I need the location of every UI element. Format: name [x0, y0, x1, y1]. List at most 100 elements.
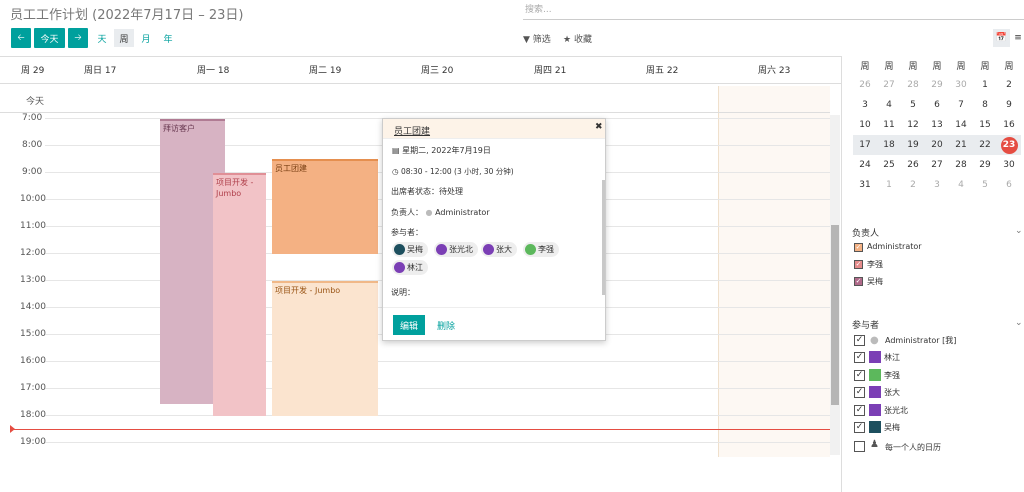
today-button[interactable]: 今天 — [34, 28, 65, 48]
minical-day[interactable]: 21 — [949, 135, 973, 155]
minical-day[interactable]: 9 — [997, 95, 1021, 115]
owner-filter-checkbox[interactable]: ✓ — [854, 277, 863, 286]
popover-date: ▤ 星期二, 2022年7月19日 — [392, 146, 491, 155]
attendee-filter-checkbox[interactable]: ✓ — [854, 422, 865, 433]
hour-label: 18:00 — [20, 410, 46, 420]
minical-weekday: 周 — [932, 61, 942, 72]
minical-day[interactable]: 12 — [901, 115, 925, 135]
avatar — [869, 421, 881, 433]
popover-description-label: 说明： — [391, 288, 415, 297]
everyone-filter-checkbox[interactable] — [854, 441, 865, 452]
current-time-marker — [10, 425, 15, 433]
minical-day[interactable]: 26 — [901, 155, 925, 175]
chevron-down-icon[interactable]: ⌄ — [1015, 318, 1023, 328]
minical-day[interactable]: 1 — [877, 175, 901, 195]
minical-day[interactable]: 2 — [997, 75, 1021, 95]
calendar-event[interactable]: 员工团建 — [272, 159, 378, 254]
minical-day[interactable]: 1 — [973, 75, 997, 95]
minical-day[interactable]: 3 — [925, 175, 949, 195]
allday-row[interactable] — [0, 86, 830, 113]
attendee-filter-checkbox[interactable]: ✓ — [854, 335, 865, 346]
minical-day[interactable]: 18 — [877, 135, 901, 155]
attendee-filter-checkbox[interactable]: ✓ — [854, 352, 865, 363]
prev-button[interactable]: 🡠 — [11, 28, 31, 48]
search-input[interactable]: 搜索... — [523, 3, 1024, 20]
avatar — [394, 262, 405, 273]
calendar-event[interactable]: 项目开发 - Jumbo — [213, 173, 266, 416]
minical-day[interactable]: 4 — [949, 175, 973, 195]
scale-month-button[interactable]: 月 — [137, 29, 155, 47]
minical-day[interactable]: 29 — [973, 155, 997, 175]
day-header-tue[interactable]: 周二 19 — [309, 63, 341, 76]
minical-day[interactable]: 11 — [877, 115, 901, 135]
minical-day[interactable]: 28 — [901, 75, 925, 95]
owner-filter-title[interactable]: 负责人 — [852, 226, 879, 239]
minical-day[interactable]: 8 — [973, 95, 997, 115]
minical-day[interactable]: 22 — [973, 135, 997, 155]
minical-day[interactable]: 13 — [925, 115, 949, 135]
attendee-filter-label: 李强 — [884, 371, 900, 380]
avatar — [869, 386, 881, 398]
day-header-sun[interactable]: 周日 17 — [84, 63, 116, 76]
edit-button[interactable]: 编辑 — [393, 315, 425, 335]
favorite-button[interactable]: ★ 收藏 — [563, 32, 592, 45]
minical-day[interactable]: 15 — [973, 115, 997, 135]
next-button[interactable]: 🡢 — [68, 28, 88, 48]
minical-day[interactable]: 7 — [949, 95, 973, 115]
calendar-event[interactable]: 项目开发 - Jumbo — [272, 281, 378, 416]
attendee-filter-checkbox[interactable]: ✓ — [854, 405, 865, 416]
day-header-fri[interactable]: 周五 22 — [646, 63, 678, 76]
day-header-mon[interactable]: 周一 18 — [197, 63, 229, 76]
filter-button[interactable]: ▼ 筛选 — [523, 32, 551, 45]
minical-day[interactable]: 29 — [925, 75, 949, 95]
minical-day[interactable]: 24 — [853, 155, 877, 175]
owner-filter-checkbox[interactable]: ✓ — [854, 243, 863, 252]
minical-day[interactable]: 6 — [925, 95, 949, 115]
minical-day[interactable]: 14 — [949, 115, 973, 135]
owner-filter-checkbox[interactable]: ✓ — [854, 260, 863, 269]
minical-day[interactable]: 2 — [901, 175, 925, 195]
minical-day[interactable]: 27 — [925, 155, 949, 175]
minical-day[interactable]: 20 — [925, 135, 949, 155]
calendar-view-button[interactable]: 📅 — [993, 29, 1010, 47]
minical-day-today[interactable]: 23 — [997, 135, 1021, 155]
delete-button[interactable]: 删除 — [433, 315, 459, 335]
day-header-thu[interactable]: 周四 21 — [534, 63, 566, 76]
minical-day[interactable]: 31 — [853, 175, 877, 195]
day-header-sat[interactable]: 周六 23 — [758, 63, 790, 76]
minical-day[interactable]: 10 — [853, 115, 877, 135]
calendar-scrollbar-thumb[interactable] — [831, 225, 839, 405]
minical-day[interactable]: 30 — [997, 155, 1021, 175]
minical-day[interactable]: 30 — [949, 75, 973, 95]
minical-day[interactable]: 26 — [853, 75, 877, 95]
minical-day[interactable]: 17 — [853, 135, 877, 155]
owner-filter-label: Administrator — [867, 242, 922, 251]
attendee-filter-title[interactable]: 参与者 — [852, 318, 879, 331]
everyone-filter-label: 每一个人的日历 — [885, 443, 941, 452]
minical-day[interactable]: 19 — [901, 135, 925, 155]
minical-day[interactable]: 16 — [997, 115, 1021, 135]
attendee-chip[interactable]: 吴梅 — [392, 242, 428, 257]
minical-day[interactable]: 5 — [901, 95, 925, 115]
day-header-wed[interactable]: 周三 20 — [421, 63, 453, 76]
chevron-down-icon[interactable]: ⌄ — [1015, 226, 1023, 236]
minical-day[interactable]: 5 — [973, 175, 997, 195]
minical-day[interactable]: 28 — [949, 155, 973, 175]
minical-day[interactable]: 3 — [853, 95, 877, 115]
attendee-filter-checkbox[interactable]: ✓ — [854, 370, 865, 381]
scale-day-button[interactable]: 天 — [93, 29, 111, 47]
attendee-chip[interactable]: 张大 — [481, 242, 517, 257]
close-icon[interactable]: ✖ — [595, 122, 603, 132]
attendee-chip[interactable]: 李强 — [523, 242, 559, 257]
attendee-chip[interactable]: 林江 — [392, 260, 428, 275]
attendee-chip[interactable]: 张光北 — [434, 242, 478, 257]
attendee-filter-checkbox[interactable]: ✓ — [854, 387, 865, 398]
minical-day[interactable]: 25 — [877, 155, 901, 175]
popover-scrollbar[interactable] — [602, 180, 605, 295]
minical-day[interactable]: 4 — [877, 95, 901, 115]
scale-year-button[interactable]: 年 — [159, 29, 177, 47]
minical-day[interactable]: 27 — [877, 75, 901, 95]
list-view-button[interactable]: ≡ — [1012, 29, 1024, 47]
scale-week-button[interactable]: 周 — [114, 29, 134, 47]
minical-day[interactable]: 6 — [997, 175, 1021, 195]
